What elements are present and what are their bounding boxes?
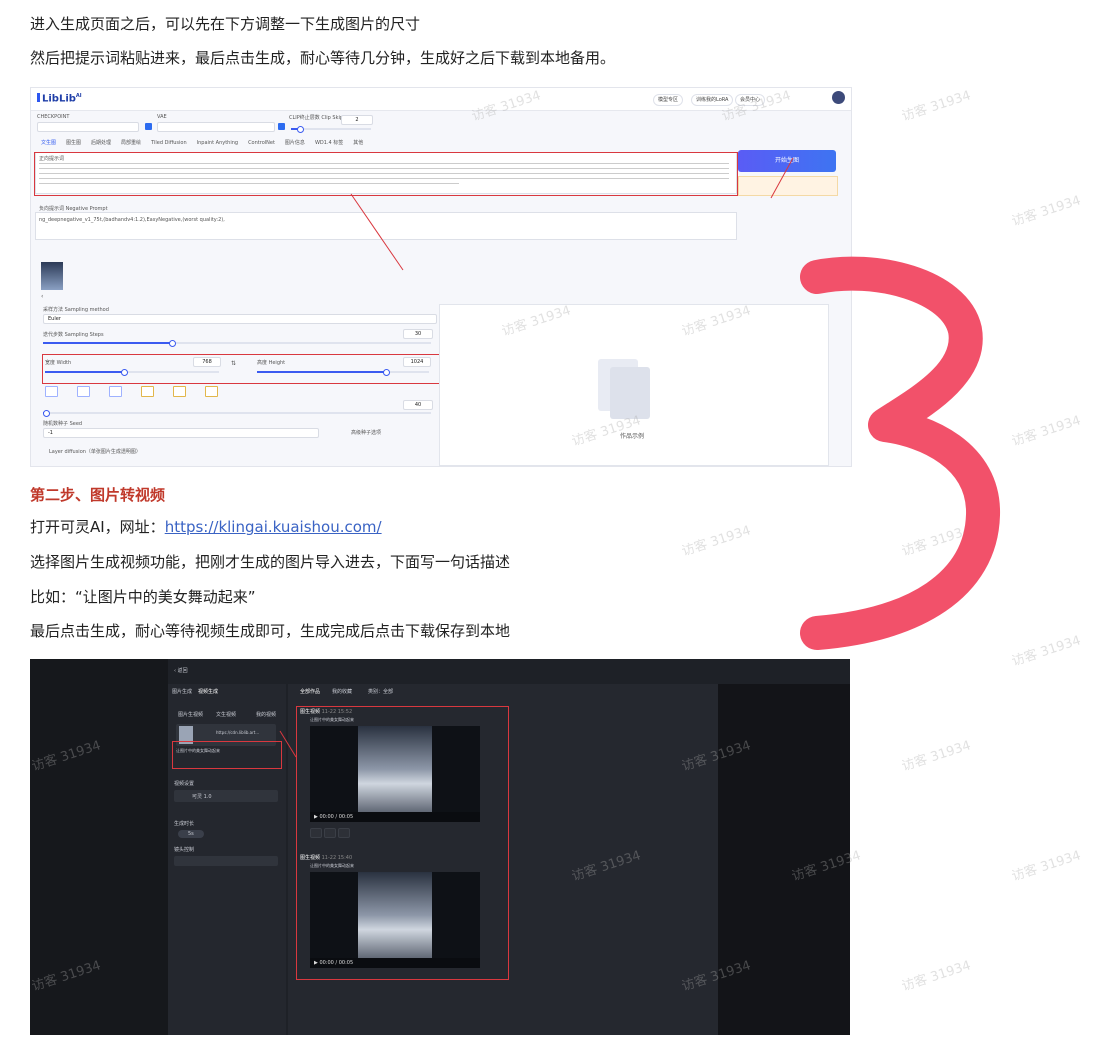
watermark: 访客 31934 (680, 523, 753, 560)
watermark: 访客 31934 (1010, 848, 1083, 885)
select-feature-line: 选择图片生成视频功能，把刚才生成的图片导入进去，下面写一句话描述 (30, 553, 511, 571)
watermark: 访客 31934 (900, 738, 973, 775)
kling-screenshot: ‹ 返回 图片生成 视频生成 图片生视频 文生视频 我的视频 https://c… (30, 659, 850, 1035)
watermark: 访客 31934 (1010, 633, 1083, 670)
kling-link[interactable]: https://klingai.kuaishou.com/ (165, 518, 382, 536)
open-kling-prefix: 打开可灵AI，网址： (30, 518, 165, 536)
watermark: 访客 31934 (1010, 193, 1083, 230)
liblib-screenshot: LibLibAI 模型专区 训练我的LoRA 会员中心 CHECKPOINT V… (30, 87, 852, 467)
intro-line-2: 然后把提示词粘贴进来，最后点击生成，耐心等待几分钟，生成好之后下载到本地备用。 (30, 49, 616, 67)
kling-annotation-arrow (279, 730, 297, 758)
red-scribble-3 (800, 256, 1000, 650)
open-kling-line: 打开可灵AI，网址：https://klingai.kuaishou.com/ (30, 516, 382, 538)
watermark: 访客 31934 (900, 88, 973, 125)
step2-heading: 第二步、图片转视频 (30, 486, 166, 504)
watermark: 访客 31934 (900, 958, 973, 995)
example-line: 比如：“让图片中的美女舞动起来” (30, 588, 256, 606)
annotation-arrow (350, 157, 794, 271)
watermark: 访客 31934 (1010, 413, 1083, 450)
final-line: 最后点击生成，耐心等待视频生成即可，生成完成后点击下载保存到本地 (30, 622, 511, 640)
intro-line-1: 进入生成页面之后，可以先在下方调整一下生成图片的尺寸 (30, 15, 421, 33)
